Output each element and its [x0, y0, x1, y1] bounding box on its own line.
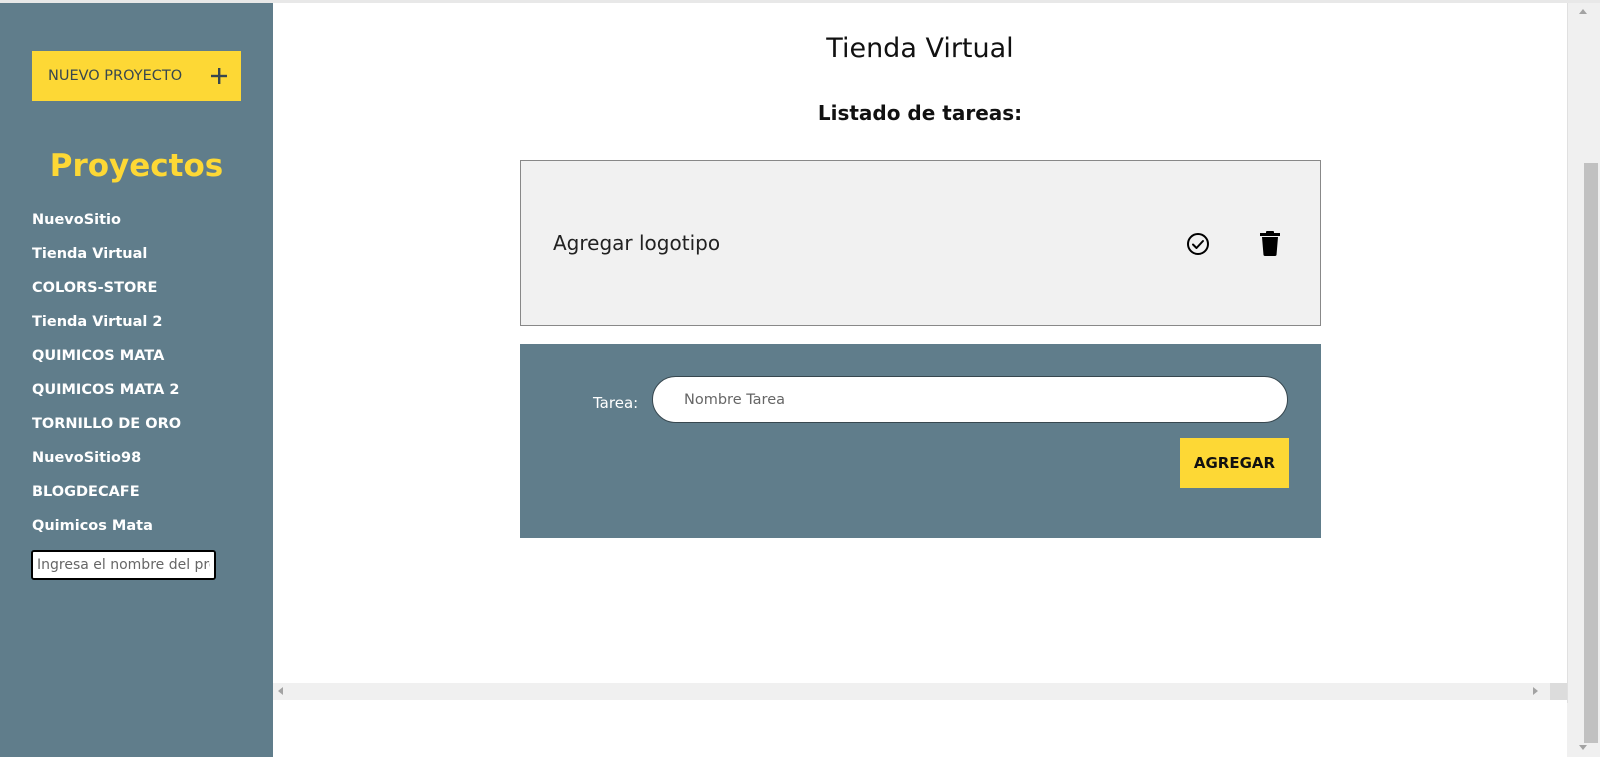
trash-icon[interactable]	[1260, 231, 1280, 256]
scroll-up-icon[interactable]	[1579, 9, 1587, 14]
project-title: Tienda Virtual	[826, 33, 1014, 64]
project-item: TORNILLO DE ORO	[32, 407, 181, 441]
scroll-left-icon[interactable]	[278, 687, 283, 695]
project-item: NuevoSitio	[32, 203, 181, 237]
project-item: QUIMICOS MATA 2	[32, 373, 181, 407]
add-task-button[interactable]: AGREGAR	[1180, 438, 1289, 488]
project-item: Quimicos Mata	[32, 509, 181, 543]
new-project-name-input[interactable]	[31, 550, 216, 580]
project-item: Tienda Virtual	[32, 237, 181, 271]
task-name: Agregar logotipo	[553, 231, 721, 255]
task-list-title: Listado de tareas:	[817, 101, 1023, 125]
project-item: BLOGDECAFE	[32, 475, 181, 509]
project-item: NuevoSitio98	[32, 441, 181, 475]
project-link[interactable]: BLOGDECAFE	[32, 484, 140, 500]
sidebar-title: Proyectos	[49, 148, 224, 184]
project-link[interactable]: Tienda Virtual 2	[32, 314, 162, 330]
new-project-button[interactable]: NUEVO PROYECTO	[32, 51, 241, 101]
task-field-label: Tarea:	[593, 394, 639, 412]
project-link[interactable]: QUIMICOS MATA 2	[32, 382, 179, 398]
project-link[interactable]: TORNILLO DE ORO	[32, 416, 181, 432]
scroll-down-icon[interactable]	[1579, 745, 1587, 750]
project-item: COLORS-STORE	[32, 271, 181, 305]
project-item: Tienda Virtual 2	[32, 305, 181, 339]
sidebar: NUEVO PROYECTO Proyectos NuevoSitio Tien…	[0, 3, 273, 757]
check-circle-icon[interactable]	[1186, 232, 1210, 256]
project-link[interactable]: Quimicos Mata	[32, 518, 153, 534]
new-project-label: NUEVO PROYECTO	[48, 68, 183, 84]
project-link[interactable]: QUIMICOS MATA	[32, 348, 164, 364]
project-link[interactable]: NuevoSitio98	[32, 450, 141, 466]
project-item: QUIMICOS MATA	[32, 339, 181, 373]
project-link[interactable]: NuevoSitio	[32, 212, 121, 228]
scrollbar-corner	[1550, 683, 1567, 700]
add-task-form: Tarea: AGREGAR	[520, 344, 1321, 538]
project-link[interactable]: Tienda Virtual	[32, 246, 147, 262]
vertical-scrollbar[interactable]	[1567, 3, 1600, 757]
scrollbar-thumb[interactable]	[1584, 163, 1598, 743]
plus-icon	[211, 68, 227, 84]
project-list: NuevoSitio Tienda Virtual COLORS-STORE T…	[32, 203, 181, 543]
horizontal-scrollbar[interactable]	[273, 683, 1567, 700]
scroll-right-icon[interactable]	[1533, 687, 1538, 695]
task-list: Agregar logotipo	[520, 160, 1321, 326]
task-name-input[interactable]	[652, 376, 1288, 423]
main-content: Tienda Virtual Listado de tareas: Agrega…	[273, 3, 1567, 687]
project-link[interactable]: COLORS-STORE	[32, 280, 157, 296]
scrollbar-track	[1567, 3, 1568, 703]
